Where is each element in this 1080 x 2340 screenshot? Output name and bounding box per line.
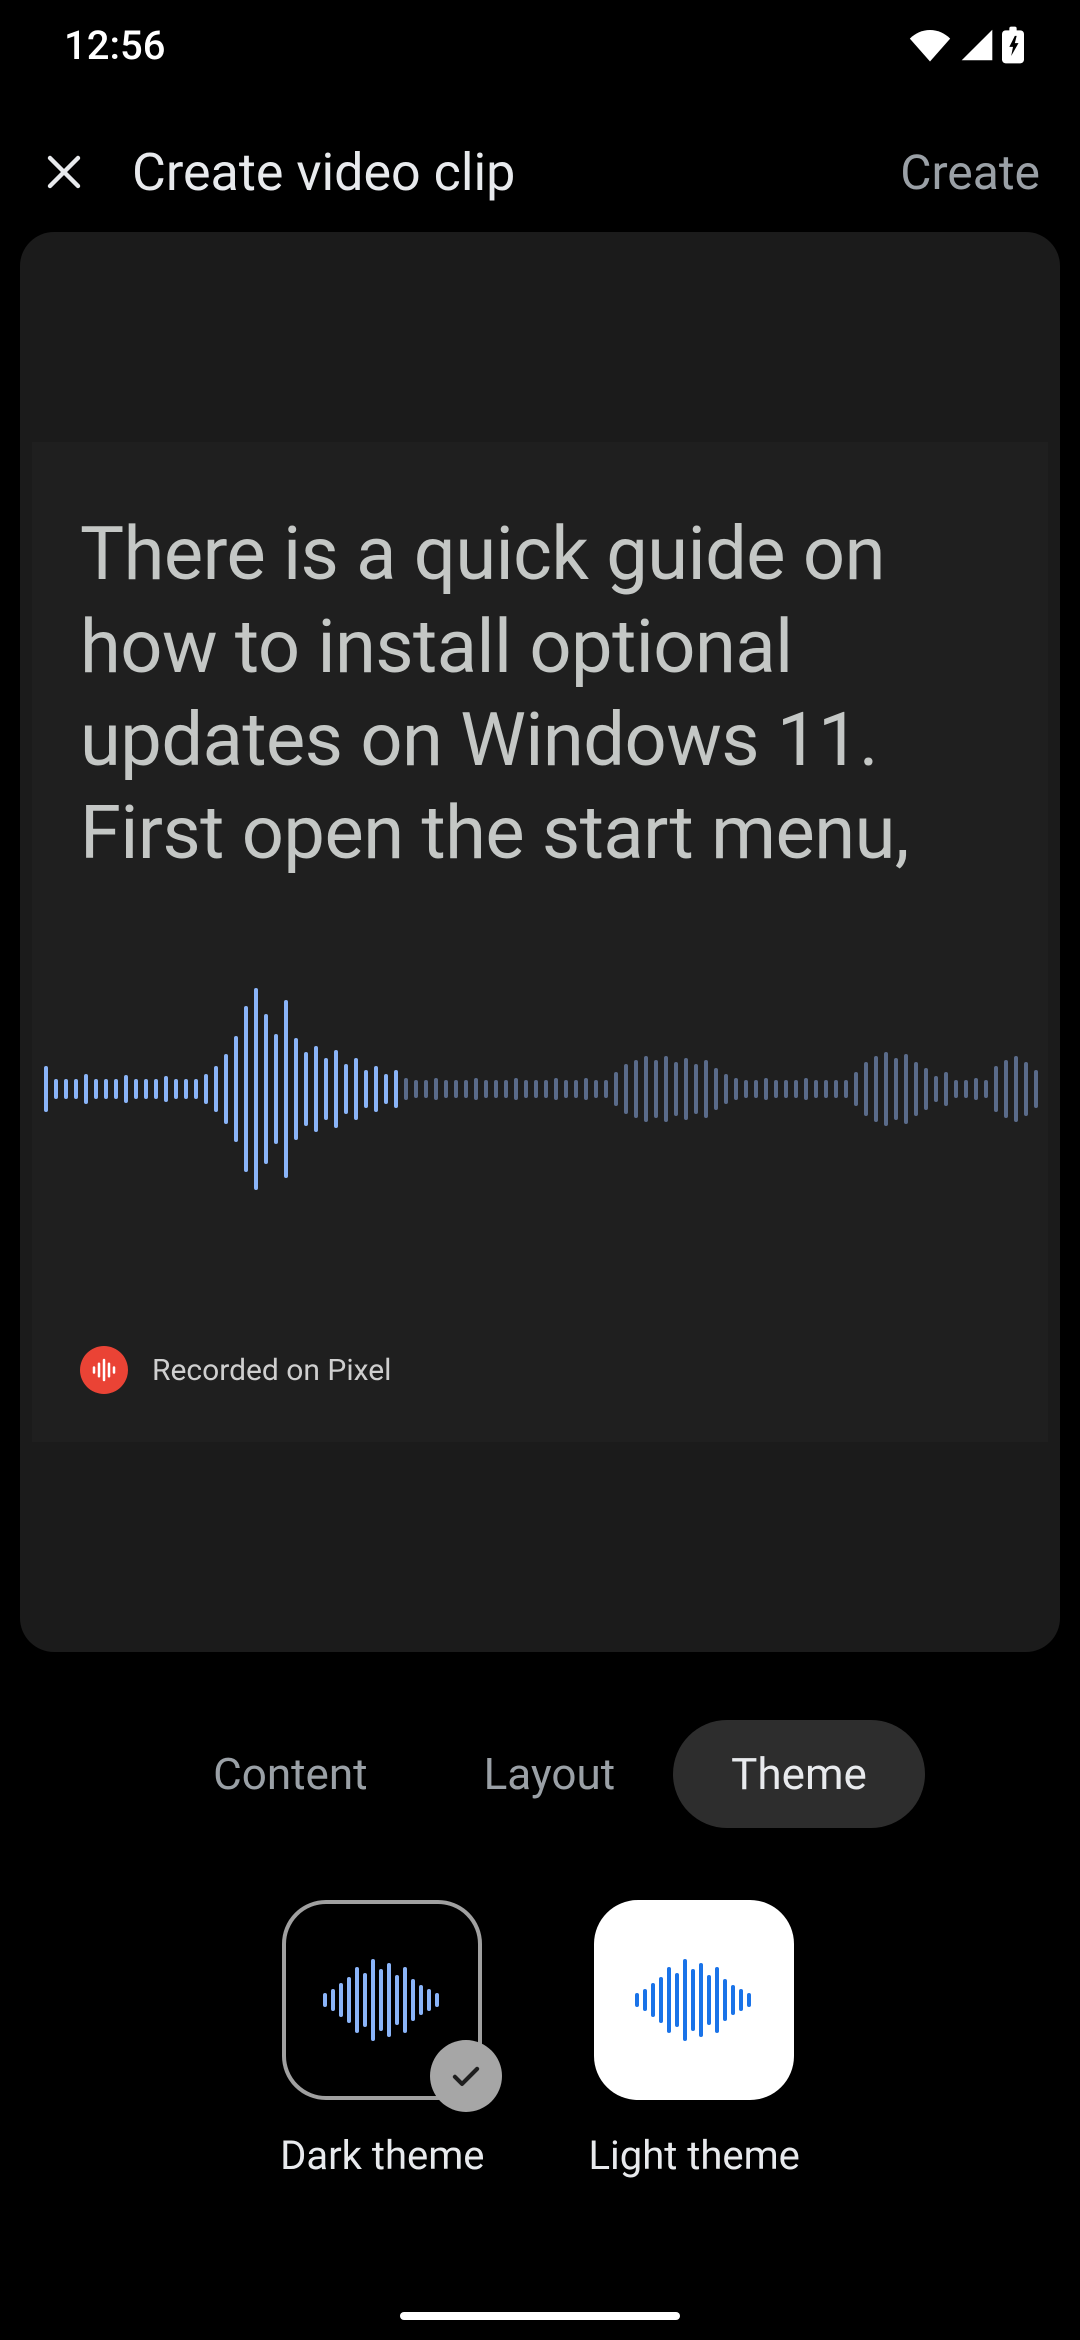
dark-theme-swatch [282,1900,482,2100]
recorder-app-icon [80,1346,128,1394]
tab-layout[interactable]: Layout [426,1720,674,1828]
tab-theme[interactable]: Theme [673,1720,925,1828]
waveform-icon [629,1955,759,2045]
waveform-icon [317,1955,447,2045]
waveform [40,988,1040,1190]
recorded-badge: Recorded on Pixel [80,1346,391,1394]
tab-content[interactable]: Content [155,1720,425,1828]
status-time: 12:56 [64,22,165,69]
page-title: Create video clip [132,142,900,203]
battery-charging-icon [1002,26,1024,64]
app-bar: Create video clip Create [0,112,1080,232]
theme-option-light[interactable]: Light theme [588,1900,799,2179]
check-icon [447,2057,485,2095]
close-button[interactable] [28,136,100,208]
theme-options: Dark theme Light theme [0,1900,1080,2179]
preview-card: There is a quick guide on how to install… [20,232,1060,1652]
cellular-icon [960,28,994,62]
status-icons [908,26,1024,64]
navigation-handle[interactable] [400,2312,680,2320]
theme-label-light: Light theme [588,2132,799,2179]
preview-inner: There is a quick guide on how to install… [32,442,1048,1442]
status-bar: 12:56 [0,0,1080,90]
selected-checkmark [430,2040,502,2112]
recorded-badge-text: Recorded on Pixel [152,1353,391,1388]
light-theme-swatch [594,1900,794,2100]
transcript-text: There is a quick guide on how to install… [80,508,1000,880]
close-icon [40,148,88,196]
wifi-icon [908,28,952,62]
theme-label-dark: Dark theme [280,2132,484,2179]
tabs: Content Layout Theme [0,1720,1080,1828]
create-button[interactable]: Create [900,144,1040,201]
theme-option-dark[interactable]: Dark theme [280,1900,484,2179]
